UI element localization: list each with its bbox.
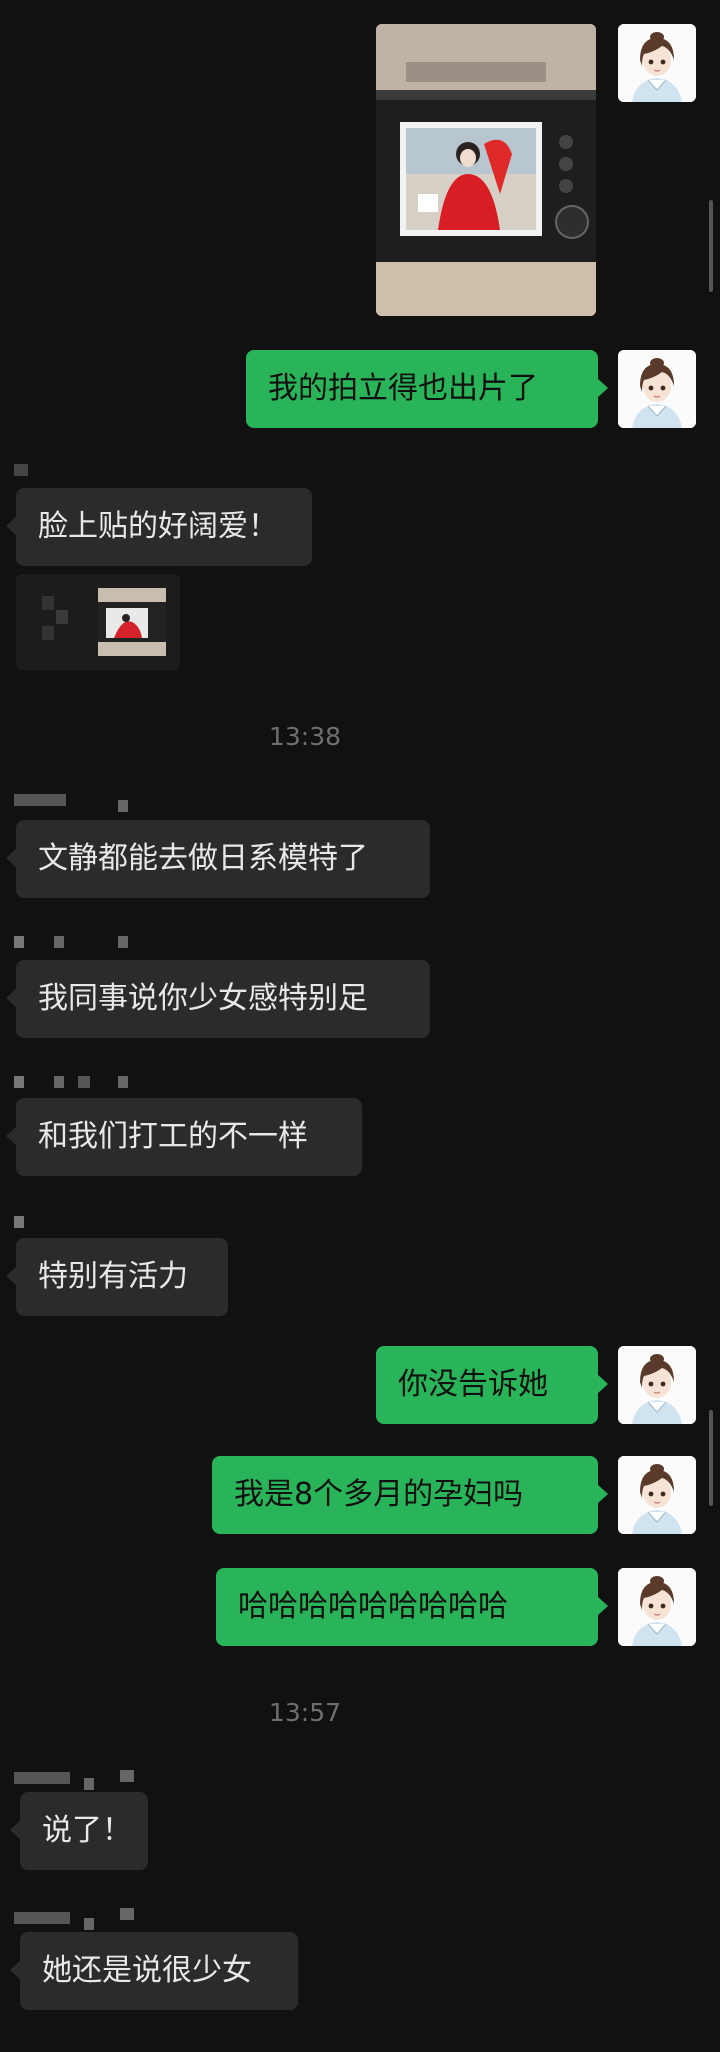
sender-name-redacted: [14, 1076, 24, 1088]
message-bubble-outgoing[interactable]: 我是8个多月的孕妇吗: [212, 1456, 608, 1534]
sender-name-redacted: [118, 800, 128, 812]
timestamp: 13:38: [268, 722, 342, 751]
scrollbar-thumb[interactable]: [709, 200, 713, 292]
message-bubble-incoming[interactable]: 说了！: [10, 1792, 148, 1870]
sender-name-redacted: [14, 1216, 24, 1228]
message-bubble-incoming[interactable]: 我同事说你少女感特别足: [6, 960, 430, 1038]
timestamp: 13:57: [268, 1698, 342, 1727]
quoted-sender-redacted: [42, 626, 54, 640]
message-bubble-outgoing[interactable]: 你没告诉她: [376, 1346, 608, 1424]
sender-name-redacted: [14, 794, 66, 806]
message-bubble-incoming[interactable]: 和我们打工的不一样: [6, 1098, 362, 1176]
sender-name-redacted: [120, 1770, 134, 1782]
sender-name-redacted: [84, 1778, 94, 1790]
sender-name-redacted: [78, 1076, 90, 1088]
user-avatar-icon[interactable]: [618, 350, 696, 428]
user-avatar-icon[interactable]: [618, 1456, 696, 1534]
quoted-sender-redacted: [56, 610, 68, 624]
message-bubble-outgoing[interactable]: 我的拍立得也出片了: [246, 350, 608, 428]
quoted-photo-thumbnail: [98, 588, 166, 656]
sender-name-redacted: [14, 464, 28, 476]
message-bubble-incoming[interactable]: 文静都能去做日系模特了: [6, 820, 430, 898]
quoted-sender-redacted: [42, 596, 54, 610]
user-avatar-icon[interactable]: [618, 24, 696, 102]
quoted-message-box[interactable]: [16, 574, 180, 670]
sender-name-redacted: [84, 1918, 94, 1930]
sender-name-redacted: [54, 1076, 64, 1088]
sender-name-redacted: [54, 936, 64, 948]
scrollbar-thumb[interactable]: [709, 1410, 713, 1506]
sender-name-redacted: [14, 1772, 70, 1784]
message-bubble-outgoing[interactable]: 哈哈哈哈哈哈哈哈哈: [216, 1568, 608, 1646]
message-bubble-incoming[interactable]: 特别有活力: [6, 1238, 228, 1316]
user-avatar-icon[interactable]: [618, 1346, 696, 1424]
photo-message[interactable]: [376, 24, 596, 316]
sender-name-redacted: [14, 936, 24, 948]
camera-photo-thumbnail: [376, 24, 596, 316]
user-avatar-icon[interactable]: [618, 1568, 696, 1646]
message-bubble-incoming[interactable]: 脸上贴的好阔爱！: [6, 488, 312, 566]
sender-name-redacted: [118, 1076, 128, 1088]
sender-name-redacted: [14, 1912, 70, 1924]
message-bubble-incoming[interactable]: 她还是说很少女: [10, 1932, 298, 2010]
sender-name-redacted: [118, 936, 128, 948]
sender-name-redacted: [120, 1908, 134, 1920]
